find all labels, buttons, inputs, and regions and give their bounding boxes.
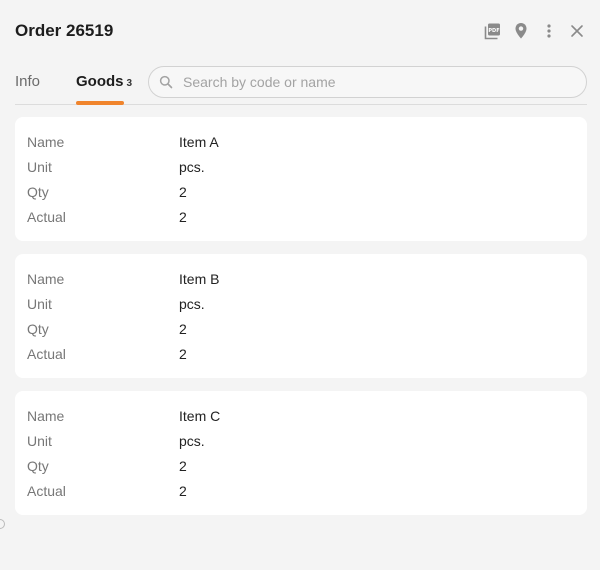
name-value: Item C [179, 408, 221, 424]
pdf-icon[interactable]: PDF [484, 22, 502, 40]
search-box [148, 66, 587, 98]
qty-value: 2 [179, 184, 187, 200]
location-pin-icon[interactable] [512, 22, 530, 40]
tab-goods-label: Goods [76, 73, 124, 90]
actual-row: Actual 2 [27, 209, 567, 227]
more-vertical-icon[interactable] [540, 22, 558, 40]
tab-goods-count-badge: 3 [126, 78, 133, 89]
name-value: Item A [179, 134, 219, 150]
actual-row: Actual 2 [27, 483, 567, 501]
actual-label: Actual [27, 346, 66, 362]
name-label: Name [27, 271, 65, 287]
unit-label: Unit [27, 433, 52, 449]
actual-value: 2 [179, 346, 187, 362]
name-row: Name Item A [27, 134, 567, 152]
name-row: Name Item B [27, 271, 567, 289]
search-input[interactable] [183, 74, 563, 90]
tab-goods[interactable]: Goods 3 [76, 73, 132, 90]
qty-row: Qty 2 [27, 321, 567, 339]
unit-value: pcs. [179, 433, 205, 449]
name-label: Name [27, 134, 65, 150]
svg-text:PDF: PDF [488, 28, 499, 34]
actual-label: Actual [27, 483, 66, 499]
unit-label: Unit [27, 159, 52, 175]
qty-label: Qty [27, 184, 49, 200]
unit-value: pcs. [179, 159, 205, 175]
actual-label: Actual [27, 209, 66, 225]
actual-value: 2 [179, 483, 187, 499]
close-icon[interactable] [568, 22, 586, 40]
qty-label: Qty [27, 321, 49, 337]
qty-row: Qty 2 [27, 184, 567, 202]
qty-label: Qty [27, 458, 49, 474]
tabs-bar: Info Goods 3 [15, 62, 587, 105]
page-title: Order 26519 [15, 21, 114, 40]
name-label: Name [27, 408, 65, 424]
unit-label: Unit [27, 296, 52, 312]
qty-value: 2 [179, 458, 187, 474]
header: Order 26519 PDF [0, 0, 600, 62]
tab-info[interactable]: Info [15, 73, 40, 90]
unit-row: Unit pcs. [27, 159, 567, 177]
goods-card: Name Item C Unit pcs. Qty 2 Actual 2 [15, 391, 587, 515]
unit-row: Unit pcs. [27, 433, 567, 451]
qty-row: Qty 2 [27, 458, 567, 476]
tab-info-label: Info [15, 73, 41, 90]
qty-value: 2 [179, 321, 187, 337]
active-tab-indicator [76, 101, 124, 105]
goods-card: Name Item A Unit pcs. Qty 2 Actual 2 [15, 117, 587, 241]
name-row: Name Item C [27, 408, 567, 426]
resize-handle-icon[interactable] [0, 519, 5, 529]
goods-card: Name Item B Unit pcs. Qty 2 Actual 2 [15, 254, 587, 378]
unit-row: Unit pcs. [27, 296, 567, 314]
actual-value: 2 [179, 209, 187, 225]
unit-value: pcs. [179, 296, 205, 312]
search-icon [159, 75, 173, 89]
name-value: Item B [179, 271, 220, 287]
actual-row: Actual 2 [27, 346, 567, 364]
